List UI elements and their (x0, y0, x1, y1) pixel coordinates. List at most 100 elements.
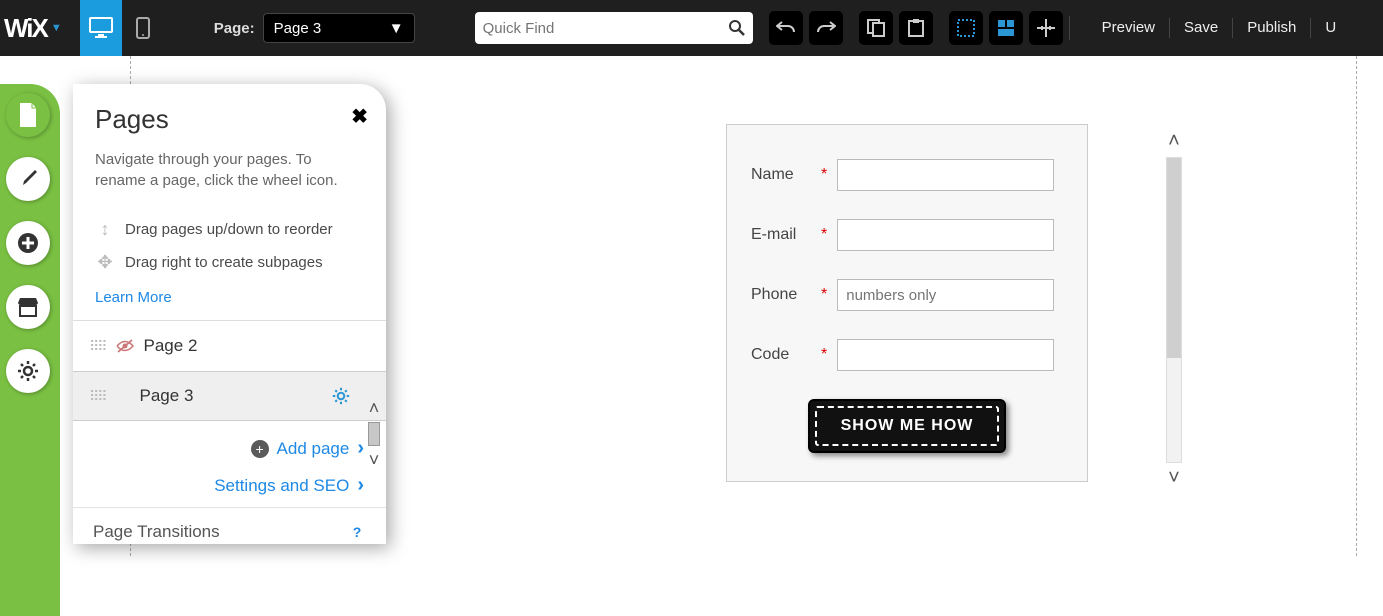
page-label: Page: (214, 20, 255, 37)
chevron-down-icon: ▼ (389, 20, 404, 37)
drag-handle-icon[interactable]: ⠿⠿ (89, 388, 106, 405)
add-rail-button[interactable] (6, 221, 50, 265)
desktop-icon (89, 17, 113, 39)
panel-close-button[interactable]: ✖ (351, 104, 368, 129)
desktop-view-button[interactable] (80, 0, 122, 56)
email-label: E-mail (751, 226, 811, 244)
rulers-icon (1037, 19, 1055, 37)
publish-link[interactable]: Publish (1233, 18, 1311, 38)
grid-icon (957, 19, 975, 37)
copy-button[interactable] (859, 11, 893, 45)
drag-all-icon: ✥ (95, 252, 115, 273)
name-label: Name (751, 166, 811, 184)
settings-seo-label: Settings and SEO (214, 476, 349, 496)
grid-button[interactable] (949, 11, 983, 45)
required-mark: * (821, 226, 827, 244)
undo-icon (776, 20, 796, 36)
add-page-button[interactable]: + Add page › (73, 421, 386, 466)
form-row-email: E-mail * (751, 219, 1063, 251)
add-page-label: Add page (277, 439, 350, 459)
viewport-switcher (80, 0, 164, 56)
design-rail-button[interactable] (6, 157, 50, 201)
store-icon (17, 297, 39, 317)
page-transitions-button[interactable]: Page Transitions ? (73, 507, 386, 544)
plus-icon (17, 232, 39, 254)
learn-more-link[interactable]: Learn More (73, 279, 386, 320)
paste-icon (907, 19, 925, 37)
quick-find-search-button[interactable] (721, 19, 753, 37)
undo-button[interactable] (769, 11, 803, 45)
page-item-page3[interactable]: ⠿⠿ Page 3 (73, 371, 386, 421)
form-row-code: Code * (751, 339, 1063, 371)
scroll-thumb[interactable] (368, 422, 380, 446)
snap-icon (997, 19, 1015, 37)
gear-icon (332, 387, 350, 405)
email-input[interactable] (837, 219, 1054, 251)
page-item-page2[interactable]: ⠿⠿ Page 2 (73, 321, 386, 371)
page-settings-button[interactable] (332, 387, 350, 405)
plus-circle-icon: + (251, 440, 269, 458)
separator (1069, 16, 1070, 40)
page-name: Page 3 (140, 386, 194, 406)
hint-reorder-text: Drag pages up/down to reorder (125, 221, 333, 238)
page-selector-value: Page 3 (274, 20, 322, 37)
required-mark: * (821, 166, 827, 184)
canvas-guide-right (1356, 56, 1357, 556)
close-icon: ✖ (351, 106, 368, 128)
drag-vertical-icon: ↕ (95, 219, 115, 240)
mobile-icon (136, 17, 150, 39)
scroll-down-icon[interactable]: ˅ (1168, 467, 1180, 490)
copy-icon (867, 19, 885, 37)
left-rail (0, 84, 50, 413)
scroll-thumb[interactable] (1167, 158, 1181, 358)
scroll-up-icon[interactable]: ˄ (1168, 130, 1180, 153)
page-icon (18, 103, 38, 127)
clipboard-group (859, 11, 933, 45)
panel-description: Navigate through your pages. To rename a… (73, 141, 386, 201)
topbar: WiX ▼ Page: Page 3 ▼ (0, 0, 1383, 56)
logo[interactable]: WiX ▼ (0, 13, 70, 44)
search-icon (728, 19, 746, 37)
logo-text: WiX (4, 13, 47, 44)
panel-header: Pages ✖ (73, 84, 386, 141)
canvas-scrollbar[interactable]: ˄ ˅ (1162, 130, 1186, 490)
panel-title: Pages (95, 104, 364, 135)
name-input[interactable] (837, 159, 1054, 191)
redo-button[interactable] (809, 11, 843, 45)
scroll-track[interactable] (1166, 157, 1182, 463)
pages-panel: Pages ✖ Navigate through your pages. To … (73, 84, 386, 544)
page-list: ⠿⠿ Page 2 ⠿⠿ Page 3 (73, 320, 386, 421)
snap-button[interactable] (989, 11, 1023, 45)
transitions-label: Page Transitions (93, 522, 220, 542)
form-row-name: Name * (751, 159, 1063, 191)
phone-input[interactable] (837, 279, 1054, 311)
settings-rail-button[interactable] (6, 349, 50, 393)
save-link[interactable]: Save (1170, 18, 1233, 38)
paste-button[interactable] (899, 11, 933, 45)
pages-rail-button[interactable] (6, 93, 50, 137)
settings-seo-button[interactable]: Settings and SEO › (73, 466, 386, 507)
form-row-phone: Phone * (751, 279, 1063, 311)
upgrade-link[interactable]: U (1311, 18, 1350, 38)
gear-icon (17, 360, 39, 382)
action-links: Preview Save Publish U (1088, 18, 1351, 38)
preview-link[interactable]: Preview (1088, 18, 1170, 38)
mobile-view-button[interactable] (122, 0, 164, 56)
code-input[interactable] (837, 339, 1054, 371)
page-name: Page 2 (144, 336, 198, 356)
market-rail-button[interactable] (6, 285, 50, 329)
scroll-down-icon[interactable]: ˅ (369, 446, 380, 474)
quick-find-input[interactable] (475, 20, 721, 37)
page-selector[interactable]: Page 3 ▼ (263, 13, 415, 43)
submit-button[interactable]: SHOW ME HOW (808, 399, 1006, 453)
contact-form: Name * E-mail * Phone * Code * SHOW ME H… (726, 124, 1088, 482)
help-icon[interactable]: ? (348, 523, 366, 541)
scroll-up-icon[interactable]: ˄ (369, 394, 380, 422)
hint-subpage: ✥ Drag right to create subpages (73, 246, 386, 279)
redo-icon (816, 20, 836, 36)
page-list-scrollbar[interactable]: ˄ ˅ (362, 394, 386, 474)
rulers-button[interactable] (1029, 11, 1063, 45)
logo-dropdown-icon: ▼ (51, 22, 62, 34)
quick-find (475, 12, 753, 44)
drag-handle-icon[interactable]: ⠿⠿ (89, 338, 106, 355)
